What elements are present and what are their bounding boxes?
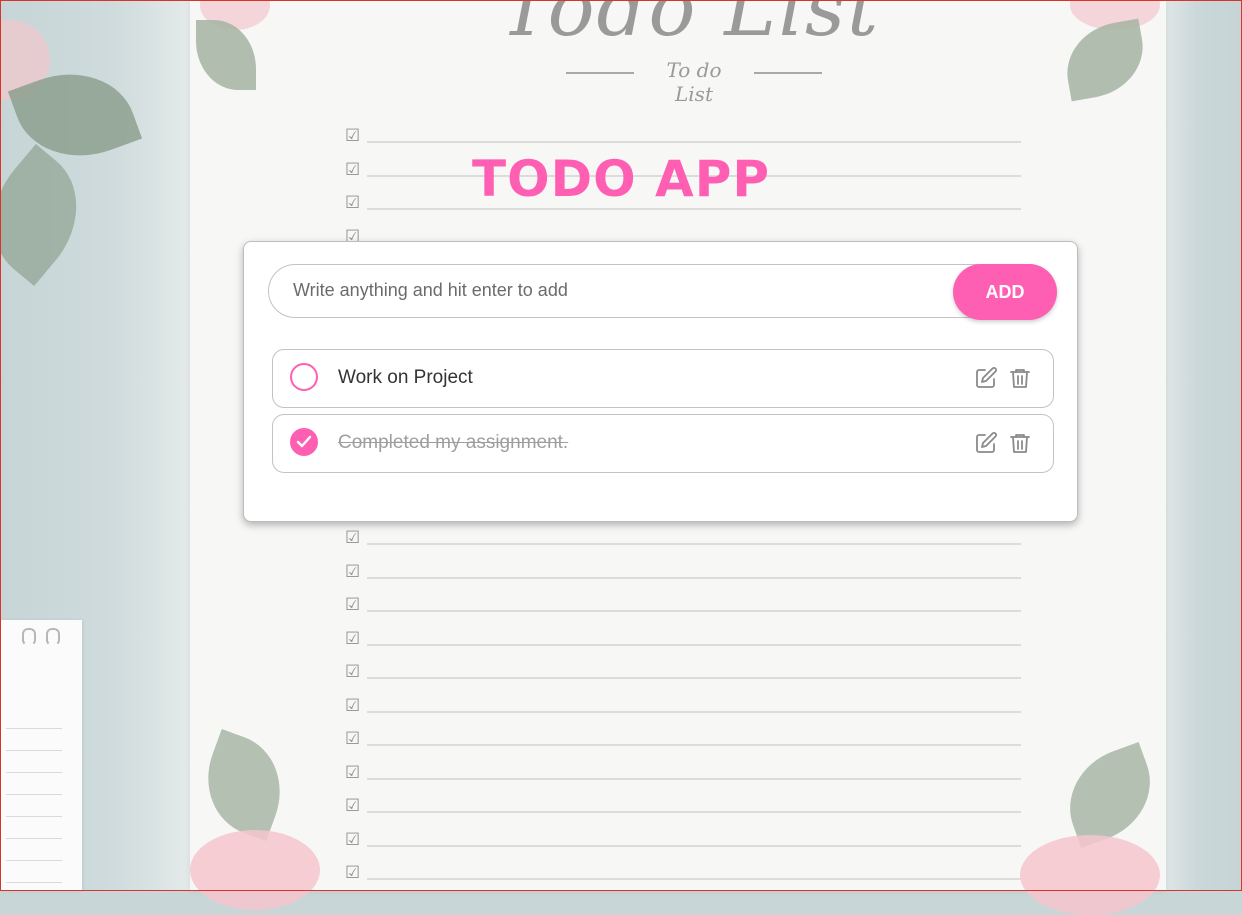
paper-line bbox=[367, 744, 1021, 746]
check-icon bbox=[296, 435, 312, 448]
decorative-flower bbox=[1020, 835, 1160, 915]
todo-checkbox[interactable] bbox=[290, 363, 318, 391]
background-notebook bbox=[0, 620, 82, 891]
todo-item: Work on Project bbox=[272, 349, 1054, 408]
paper-line bbox=[367, 543, 1021, 545]
paper-line bbox=[367, 643, 1021, 646]
paper-line bbox=[367, 208, 1021, 210]
paper-check-icon: ☑ bbox=[345, 829, 361, 849]
paper-line bbox=[367, 777, 1021, 780]
paper-check-icon: ☑ bbox=[345, 595, 361, 614]
paper-check-icon: ☑ bbox=[345, 662, 361, 681]
todo-item: Completed my assignment. bbox=[272, 414, 1054, 473]
add-todo-form: ADD bbox=[268, 264, 1057, 320]
page-title: TODO APP bbox=[471, 150, 770, 208]
paper-check-icon: ☑ bbox=[345, 762, 361, 782]
todo-input[interactable] bbox=[269, 265, 949, 315]
paper-check-icon: ☑ bbox=[345, 796, 361, 815]
paper-line bbox=[367, 710, 1021, 713]
add-button[interactable]: ADD bbox=[953, 264, 1057, 320]
todo-card: ADD Work on Project Completed my assig bbox=[243, 241, 1078, 522]
paper-check-icon: ☑ bbox=[345, 126, 361, 145]
edit-icon[interactable] bbox=[974, 366, 998, 390]
decorative-leaf bbox=[1059, 18, 1151, 102]
decorative-leaf bbox=[196, 20, 256, 90]
paper-line bbox=[367, 844, 1021, 847]
trash-icon[interactable] bbox=[1008, 431, 1032, 455]
paper-check-icon: ☑ bbox=[345, 863, 361, 882]
edit-icon[interactable] bbox=[974, 431, 998, 455]
todo-text: Work on Project bbox=[338, 367, 473, 388]
todo-text: Completed my assignment. bbox=[338, 432, 569, 453]
paper-check-icon: ☑ bbox=[345, 729, 361, 748]
decorative-leaf bbox=[191, 729, 297, 841]
paper-line bbox=[367, 878, 1021, 880]
todo-checkbox-checked[interactable] bbox=[290, 428, 318, 456]
paper-check-icon: ☑ bbox=[345, 695, 361, 715]
decorative-flower bbox=[190, 830, 320, 910]
paper-check-icon: ☑ bbox=[345, 561, 361, 581]
paper-line bbox=[367, 576, 1021, 579]
paper-line bbox=[367, 610, 1021, 612]
decorative-leaf bbox=[1054, 742, 1166, 848]
paper-line bbox=[367, 677, 1021, 679]
background-right bbox=[1166, 0, 1242, 891]
paper-line bbox=[367, 811, 1021, 813]
paper-check-icon: ☑ bbox=[345, 528, 361, 547]
paper-check-icon: ☑ bbox=[345, 628, 361, 648]
trash-icon[interactable] bbox=[1008, 366, 1032, 390]
paper-line bbox=[367, 141, 1021, 143]
